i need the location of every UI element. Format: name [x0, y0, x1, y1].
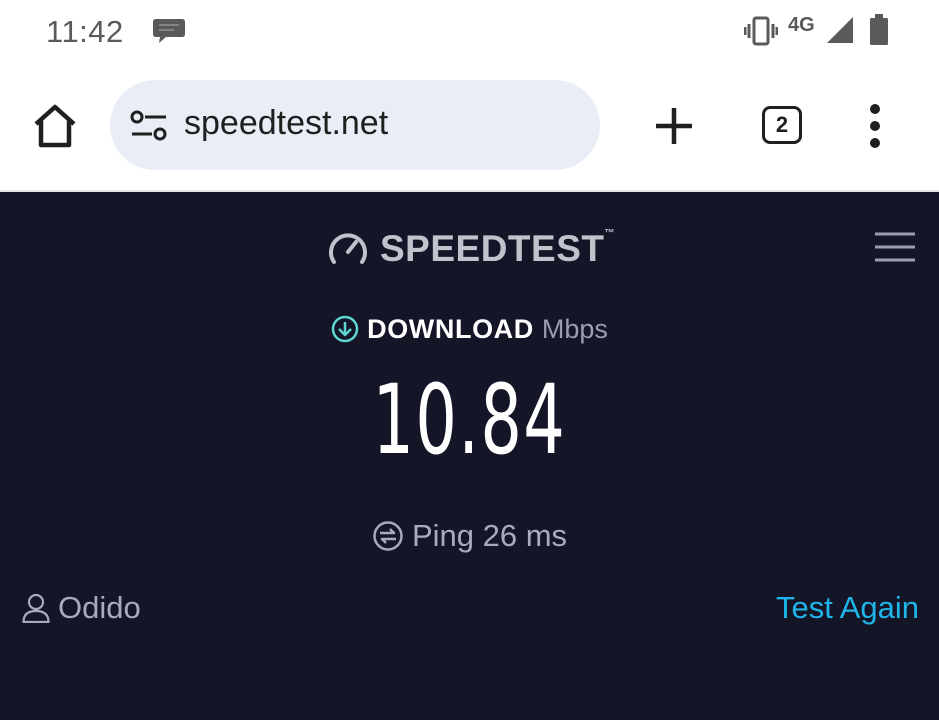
- speedometer-icon: [329, 233, 367, 264]
- chat-bubble-icon: [153, 19, 185, 43]
- ping-row: Ping 26 ms: [0, 518, 939, 554]
- plus-icon[interactable]: [652, 104, 696, 148]
- download-arrow-icon: [331, 315, 359, 343]
- vibrate-icon: [744, 16, 778, 46]
- logo-wordmark: SPEEDTEST: [380, 228, 605, 269]
- download-speed-value: 10.84: [372, 364, 567, 476]
- test-again-link[interactable]: Test Again: [776, 590, 919, 626]
- isp-info: Odido: [22, 590, 141, 626]
- network-type-label: 4G: [788, 14, 815, 36]
- logo-text: SPEEDTEST™: [380, 228, 615, 270]
- ping-icon: [373, 521, 403, 551]
- battery-icon: [870, 14, 888, 45]
- tab-count: 2: [775, 112, 789, 137]
- download-unit: Mbps: [541, 314, 608, 344]
- person-icon: [22, 593, 50, 623]
- ping-text: Ping 26 ms: [411, 518, 568, 553]
- url-text: speedtest.net: [184, 104, 389, 142]
- status-bar: 11:42 4G: [0, 0, 939, 62]
- site-settings-icon[interactable]: [130, 110, 168, 142]
- signal-icon: [827, 17, 853, 43]
- url-bar[interactable]: speedtest.net: [110, 80, 600, 170]
- status-time: 11:42: [46, 14, 124, 49]
- tabs-button[interactable]: 2: [762, 106, 802, 144]
- isp-name: Odido: [58, 590, 141, 625]
- browser-toolbar: speedtest.net 2: [0, 62, 939, 192]
- download-header: DOWNLOAD Mbps: [0, 314, 939, 345]
- more-vert-icon[interactable]: [860, 100, 890, 152]
- download-label: DOWNLOAD: [367, 314, 534, 344]
- home-icon[interactable]: [30, 102, 80, 150]
- hamburger-menu-icon[interactable]: [874, 232, 916, 262]
- trademark-mark: ™: [604, 228, 615, 239]
- speedtest-page: SPEEDTEST™ DOWNLOAD Mbps 10.84 Ping 26 ms…: [0, 192, 939, 720]
